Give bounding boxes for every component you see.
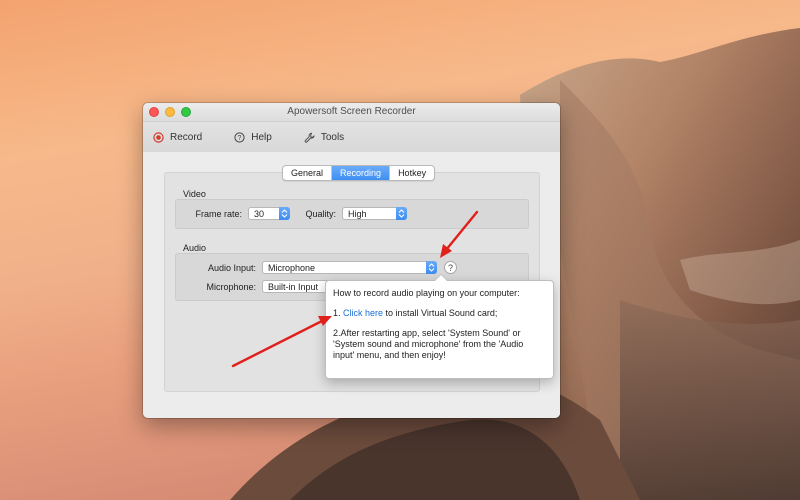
tab-general[interactable]: General [283, 166, 333, 180]
help-button[interactable]: ? Help [234, 132, 272, 143]
help-label: Help [251, 131, 272, 143]
window-title: Apowersoft Screen Recorder [287, 106, 416, 117]
audio-input-select[interactable]: Microphone [262, 261, 437, 274]
audio-input-value: Microphone [268, 263, 316, 273]
microphone-value: Built-in Input [268, 282, 319, 292]
video-settings-box: Frame rate: 30 Quality: High [175, 199, 529, 229]
quality-label: Quality: [305, 209, 336, 219]
popover-heading: How to record audio playing on your comp… [333, 288, 520, 298]
wrench-icon [304, 132, 315, 143]
step-1-prefix: 1. [333, 308, 344, 318]
record-label: Record [170, 131, 203, 143]
popover-arrow [434, 274, 448, 281]
settings-tabs: General Recording Hotkey [282, 165, 436, 181]
frame-rate-select[interactable]: 30 [248, 207, 290, 220]
tab-hotkey[interactable]: Hotkey [390, 166, 434, 180]
audio-section-label: Audio [183, 243, 207, 253]
step-1-suffix: to install Virtual Sound card; [383, 308, 498, 318]
audio-input-stepper-icon [426, 261, 437, 274]
record-icon [153, 131, 164, 143]
tools-button[interactable]: Tools [304, 132, 344, 143]
popover-step-1: 1. Click here to install Virtual Sound c… [333, 308, 546, 319]
install-sound-card-link[interactable]: Click here [343, 308, 383, 318]
main-toolbar: Record ? Help Tools [143, 122, 560, 153]
title-bar: Apowersoft Screen Recorder [143, 103, 560, 122]
svg-text:?: ? [238, 135, 242, 142]
tools-label: Tools [320, 131, 345, 143]
help-icon: ? [234, 131, 245, 143]
frame-rate-value: 30 [254, 209, 265, 219]
popover-step-2: 2.After restarting app, select 'System S… [333, 328, 524, 360]
tab-recording[interactable]: Recording [332, 166, 391, 180]
quality-value: High [348, 209, 367, 219]
quality-select[interactable]: High [342, 207, 407, 220]
frame-rate-label: Frame rate: [195, 209, 242, 219]
audio-input-label: Audio Input: [207, 263, 256, 273]
video-section-label: Video [183, 189, 206, 199]
audio-help-popover: How to record audio playing on your comp… [325, 274, 554, 379]
quality-stepper-icon [396, 207, 407, 220]
audio-help-button[interactable]: ? [444, 261, 457, 274]
frame-rate-stepper-icon [279, 207, 290, 220]
record-button[interactable]: Record [153, 132, 202, 143]
microphone-label: Microphone: [206, 282, 256, 292]
